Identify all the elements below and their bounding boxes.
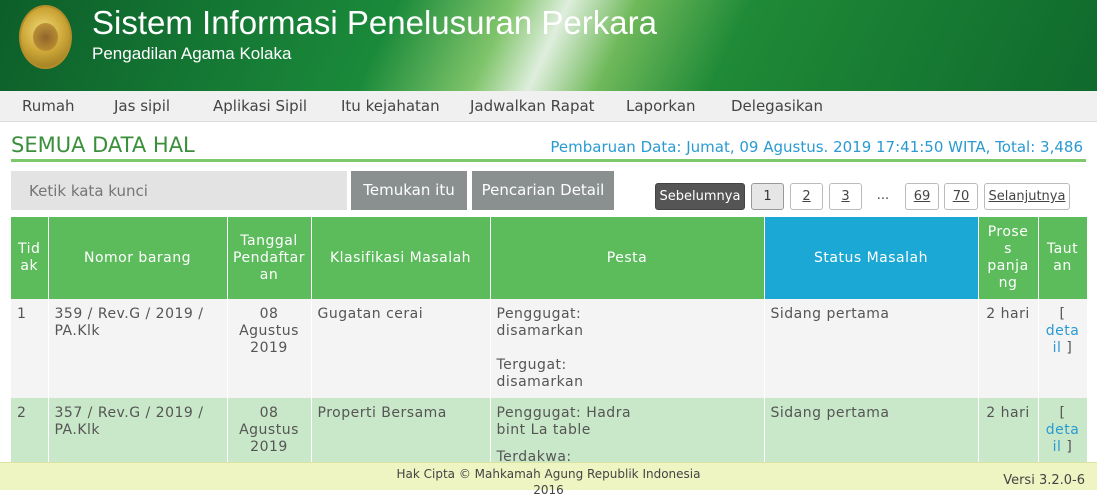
pagination-page-3[interactable]: 3 — [829, 183, 862, 210]
party-defendant: Tergugat: disamarkan — [496, 357, 584, 390]
title-divider — [11, 159, 1086, 162]
col-header-classification[interactable]: Klasifikasi Masalah — [311, 217, 491, 299]
pagination-page-70[interactable]: 70 — [944, 183, 978, 210]
col-header-registration-date[interactable]: Tanggal Pendaftar an — [227, 217, 312, 299]
case-table: Tid ak Nomor barang Tanggal Pendaftar an… — [11, 217, 1088, 478]
pagination-page-69[interactable]: 69 — [905, 183, 939, 210]
nav-item-jadwalkan-rapat[interactable]: Jadwalkan Rapat — [470, 97, 595, 115]
copyright-text: Hak Cipta © Mahkamah Agung Republik Indo… — [396, 467, 701, 497]
pagination-next[interactable]: Selanjutnya — [984, 183, 1070, 210]
app-title: Sistem Informasi Penelusuran Perkara — [92, 4, 657, 41]
detail-link[interactable]: deta il — [1046, 422, 1080, 455]
col-header-link[interactable]: Taut an — [1038, 217, 1088, 299]
search-input[interactable] — [11, 171, 347, 210]
nav-item-delegasikan[interactable]: Delegasikan — [731, 97, 823, 115]
col-header-status[interactable]: Status Masalah — [764, 217, 979, 299]
update-info: Pembaruan Data: Jumat, 09 Agustus. 2019 … — [550, 138, 1083, 156]
detail-search-button[interactable]: Pencarian Detail — [472, 171, 614, 210]
link-bracket-close: ] — [1066, 340, 1073, 356]
nav-item-jas-sipil[interactable]: Jas sipil — [114, 97, 170, 115]
party-plaintiff: Penggugat: Hadra bint La table — [496, 405, 632, 438]
pagination-page-2[interactable]: 2 — [790, 183, 823, 210]
nav-item-aplikasi-sipil[interactable]: Aplikasi Sipil — [213, 97, 307, 115]
pagination-page-1[interactable]: 1 — [751, 183, 784, 210]
pagination-previous[interactable]: Sebelumnya — [655, 183, 745, 210]
find-button[interactable]: Temukan itu — [351, 171, 467, 210]
link-bracket-close: ] — [1066, 439, 1073, 455]
col-header-parties[interactable]: Pesta — [490, 217, 765, 299]
detail-link[interactable]: deta il — [1046, 323, 1080, 356]
pagination-ellipsis: ... — [876, 188, 890, 203]
cell-case-number: 359 / Rev.G / 2019 / PA.Klk — [48, 299, 228, 398]
cell-no: 1 — [11, 299, 49, 398]
link-bracket-open: [ — [1059, 405, 1066, 421]
col-header-no[interactable]: Tid ak — [11, 217, 49, 299]
link-bracket-open: [ — [1059, 306, 1066, 322]
app-subtitle: Pengadilan Agama Kolaka — [92, 44, 292, 63]
cell-parties: Penggugat: disamarkan Tergugat: disamark… — [490, 299, 765, 398]
nav-item-laporkan[interactable]: Laporkan — [626, 97, 696, 115]
col-header-case-number[interactable]: Nomor barang — [48, 217, 228, 299]
app-header: Sistem Informasi Penelusuran Perkara Pen… — [0, 0, 1097, 91]
table-header-row: Tid ak Nomor barang Tanggal Pendaftar an… — [11, 217, 1088, 299]
nav-item-rumah[interactable]: Rumah — [22, 97, 75, 115]
nav-item-itu-kejahatan[interactable]: Itu kejahatan — [341, 97, 440, 115]
cell-link: [ deta il ] — [1038, 299, 1088, 398]
cell-status: Sidang pertama — [764, 299, 979, 398]
page-footer: Hak Cipta © Mahkamah Agung Republik Indo… — [0, 462, 1097, 497]
section-title: SEMUA DATA HAL — [11, 133, 195, 157]
col-header-duration[interactable]: Prose s panja ng — [978, 217, 1039, 299]
cell-duration: 2 hari — [978, 299, 1039, 398]
table-row: 1 359 / Rev.G / 2019 / PA.Klk 08 Agustus… — [11, 299, 1088, 398]
party-plaintiff: Penggugat: disamarkan — [496, 306, 584, 339]
main-nav: Rumah Jas sipil Aplikasi Sipil Itu kejah… — [0, 91, 1097, 122]
version-text: Versi 3.2.0-6 — [1003, 473, 1085, 488]
cell-classification: Gugatan cerai — [311, 299, 491, 398]
court-logo — [19, 5, 72, 69]
cell-date: 08 Agustus 2019 — [227, 299, 312, 398]
